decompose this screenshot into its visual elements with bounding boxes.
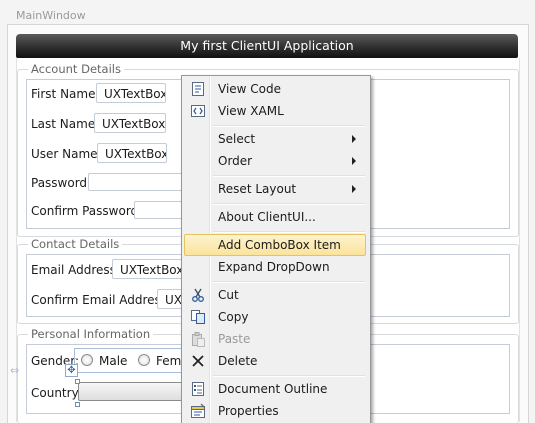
gender-male-label: Male [99, 354, 128, 368]
window-title: MainWindow [16, 9, 86, 22]
menu-item-add-combobox-item[interactable]: Add ComboBox Item [184, 234, 366, 256]
contact-details-legend: Contact Details [28, 237, 123, 251]
first-name-label: First Name: [31, 87, 100, 101]
menu-separator [213, 281, 365, 283]
menu-item-label: Properties [218, 404, 279, 418]
document-outline-icon [192, 382, 204, 396]
properties-icon [191, 403, 205, 418]
menu-item-view-code[interactable]: View Code [184, 78, 366, 100]
menu-item-select[interactable]: Select [184, 128, 366, 150]
last-name-input[interactable]: UXTextBox [94, 113, 166, 133]
confirm-password-input[interactable] [134, 201, 184, 219]
menu-item-about-clientui[interactable]: About ClientUI... [184, 206, 366, 228]
menu-item-label: About ClientUI... [218, 210, 316, 224]
submenu-arrow-icon [352, 157, 356, 165]
menu-item-expand-dropdown[interactable]: Expand DropDown [184, 256, 366, 278]
menu-item-properties[interactable]: Properties [184, 400, 366, 422]
menu-item-label: Add ComboBox Item [218, 238, 341, 252]
menu-separator [213, 375, 365, 377]
menu-separator [213, 175, 365, 177]
user-name-input[interactable]: UXTextBox [97, 143, 167, 163]
menu-item-label: Cut [218, 288, 239, 302]
menu-item-copy[interactable]: Copy [184, 306, 366, 328]
menu-item-label: Document Outline [218, 382, 328, 396]
adorner-icon: ⇔ [10, 364, 20, 377]
paste-icon [192, 332, 205, 347]
selection-handle[interactable] [75, 379, 80, 384]
gender-male-radio[interactable] [81, 354, 93, 366]
gender-female-radio[interactable] [138, 354, 150, 366]
menu-item-label: Copy [218, 310, 249, 324]
menu-item-cut[interactable]: Cut [184, 284, 366, 306]
submenu-arrow-icon [352, 185, 356, 193]
menu-item-delete[interactable]: Delete [184, 350, 366, 372]
last-name-label: Last Name: [31, 117, 100, 131]
email-label: Email Address: [31, 263, 120, 277]
personal-info-legend: Personal Information [28, 327, 154, 341]
menu-separator [213, 203, 365, 205]
view-xaml-icon [191, 105, 205, 117]
first-name-input[interactable]: UXTextBox [96, 83, 166, 103]
menu-separator [213, 125, 365, 127]
context-menu: View Code View XAML Select Order Reset L… [181, 75, 371, 423]
confirm-password-label: Confirm Password: [31, 204, 143, 218]
confirm-email-input[interactable]: UX [157, 289, 184, 309]
menu-item-label: View Code [218, 82, 282, 96]
country-combobox[interactable] [78, 382, 184, 401]
submenu-arrow-icon [352, 135, 356, 143]
menu-item-label: Order [218, 154, 253, 168]
delete-icon [192, 355, 204, 367]
menu-item-order[interactable]: Order [184, 150, 366, 172]
email-input[interactable]: UXTextBox [112, 259, 184, 279]
menu-item-document-outline[interactable]: Document Outline [184, 378, 366, 400]
account-details-legend: Account Details [28, 62, 124, 76]
menu-item-label: Select [218, 132, 256, 146]
menu-item-label: Expand DropDown [218, 260, 330, 274]
menu-item-label: Paste [218, 332, 251, 346]
menu-item-reset-layout[interactable]: Reset Layout [184, 178, 366, 200]
menu-item-paste[interactable]: Paste [184, 328, 366, 350]
menu-separator [213, 231, 365, 233]
menu-item-label: Reset Layout [218, 182, 297, 196]
menu-item-label: Delete [218, 354, 258, 368]
menu-item-label: View XAML [218, 104, 284, 118]
selection-handle[interactable] [75, 402, 80, 407]
user-name-label: User Name: [31, 147, 102, 161]
menu-item-view-xaml[interactable]: View XAML [184, 100, 366, 122]
country-label: Country: [31, 386, 82, 400]
copy-icon [191, 310, 205, 324]
password-label: Password: [31, 176, 92, 190]
confirm-email-label: Confirm Email Address: [31, 293, 172, 307]
app-title-bar: My first ClientUI Application [16, 34, 518, 58]
password-input[interactable] [88, 173, 184, 191]
move-handle-icon[interactable]: ✥ [65, 364, 78, 377]
view-code-icon [192, 82, 204, 96]
cut-icon [192, 288, 204, 302]
